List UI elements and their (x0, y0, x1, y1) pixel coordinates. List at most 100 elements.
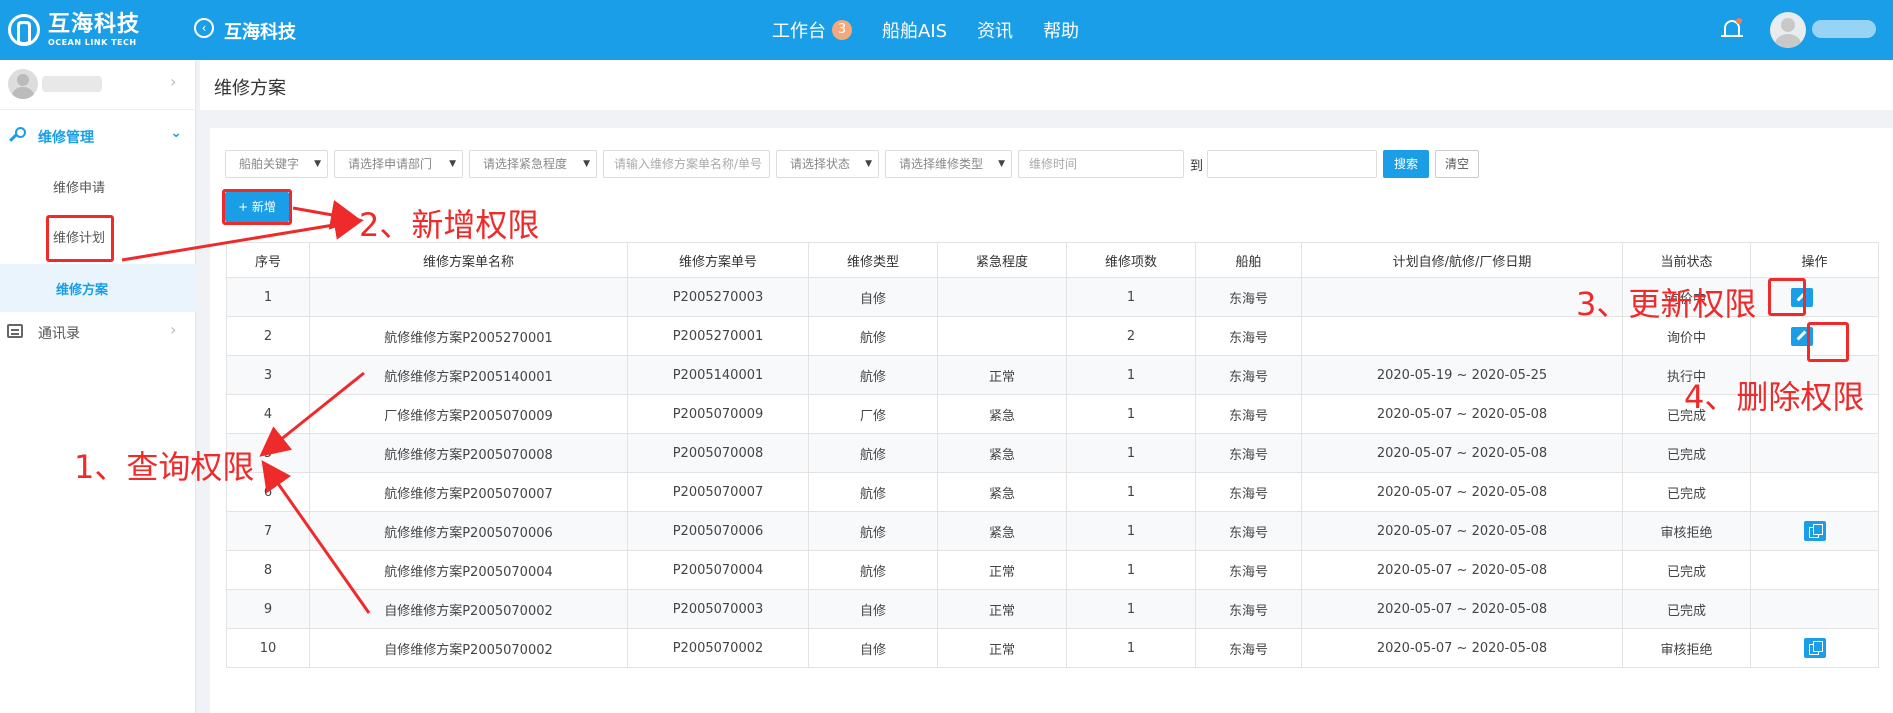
cell-ship: 东海号 (1195, 433, 1302, 473)
contacts-icon (7, 324, 23, 338)
table-header-row: 序号 维修方案单名称 维修方案单号 维修类型 紧急程度 维修项数 船舶 计划自修… (226, 242, 1879, 278)
sidebar-item-label: 通讯录 (38, 326, 80, 342)
table-row[interactable]: 3 航修维修方案P2005140001 P2005140001 航修 正常 1 东海号 202… (226, 355, 1879, 395)
cell-plan-no: P2005070003 (627, 589, 809, 629)
cell-item-count: 1 (1066, 550, 1196, 590)
cell-urgency: 正常 (937, 628, 1067, 668)
filter-bar: 船舶关键字 ▼ 请选择申请部门 ▼ 请选择紧急程度 ▼ 请输入维修方案单名称/单号 请… (225, 150, 1480, 178)
cell-ship: 东海号 (1195, 277, 1302, 317)
cell-plan-name: 航修维修方案P2005070004 (309, 550, 628, 590)
user-avatar[interactable] (1770, 12, 1806, 48)
user-name-blurred[interactable] (1812, 20, 1876, 38)
plan-search-input[interactable]: 请输入维修方案单名称/单号 (603, 150, 770, 178)
search-button[interactable]: 搜索 (1383, 150, 1430, 178)
repair-type-select[interactable]: 请选择维修类型 ▼ (885, 150, 1012, 178)
status-select[interactable]: 请选择状态 ▼ (776, 150, 879, 178)
cell-urgency (937, 277, 1067, 317)
table-row[interactable]: 7 航修维修方案P2005070006 P2005070006 航修 紧急 1 东海号 202… (226, 511, 1879, 551)
nav-ship-ais[interactable]: 船舶AIS (882, 17, 947, 43)
cell-urgency: 正常 (937, 589, 1067, 629)
bell-icon[interactable] (1721, 18, 1743, 42)
cell-item-count: 1 (1066, 589, 1196, 629)
sidebar-item-contacts[interactable]: 通讯录 › (0, 312, 196, 352)
dept-select[interactable]: 请选择申请部门 ▼ (334, 150, 463, 178)
cell-item-count: 1 (1066, 628, 1196, 668)
table-row[interactable]: 6 航修维修方案P2005070007 P2005070007 航修 紧急 1 东海号 202… (226, 472, 1879, 512)
cell-plan-name: 航修维修方案P2005140001 (309, 355, 628, 395)
urgency-select[interactable]: 请选择紧急程度 ▼ (469, 150, 597, 178)
cell-urgency: 紧急 (937, 472, 1067, 512)
nav-news[interactable]: 资讯 (977, 17, 1013, 43)
cell-plan-name: 航修维修方案P2005070008 (309, 433, 628, 473)
table-row[interactable]: 8 航修维修方案P2005070004 P2005070004 航修 正常 1 东海号 202… (226, 550, 1879, 590)
sidebar-item-repair-request[interactable]: 维修申请 (0, 166, 196, 204)
cell-repair-type: 航修 (808, 433, 938, 473)
annotation-box-edit (1768, 278, 1806, 316)
annotation-box-delete (1807, 322, 1849, 362)
col-header: 紧急程度 (937, 242, 1067, 278)
cell-repair-type: 航修 (808, 511, 938, 551)
logo-title: 互海科技 (48, 11, 141, 37)
nav-help[interactable]: 帮助 (1043, 17, 1079, 43)
nav-workbench-label: 工作台 (772, 21, 826, 42)
repair-time-start-input[interactable]: 维修时间 (1018, 150, 1184, 178)
top-header: 互海科技 OCEAN LINK TECH ‹ 互海科技 工作台 3 船舶AIS … (0, 0, 1893, 60)
cell-item-count: 1 (1066, 472, 1196, 512)
cell-plan-date: 2020-05-07 ~ 2020-05-08 (1301, 472, 1623, 512)
cell-actions (1750, 511, 1879, 551)
cell-status: 审核拒绝 (1622, 628, 1751, 668)
table-row[interactable]: 4 厂修维修方案P2005070009 P2005070009 厂修 紧急 1 东海号 202… (226, 394, 1879, 434)
cell-actions (1750, 589, 1879, 629)
app-title: 互海科技 (224, 22, 296, 43)
caret-down-icon: ▼ (998, 159, 1005, 169)
cell-plan-name (309, 277, 628, 317)
back-arrow-icon[interactable]: ‹ (194, 18, 214, 38)
annotation-add: 2、新增权限 (359, 206, 540, 244)
select-label: 请选择维修类型 (899, 157, 984, 171)
cell-idx: 9 (226, 589, 310, 629)
cell-plan-date: 2020-05-07 ~ 2020-05-08 (1301, 511, 1623, 551)
cell-plan-date: 2020-05-19 ~ 2020-05-25 (1301, 355, 1623, 395)
table-row[interactable]: 9 自修维修方案P2005070002 P2005070003 自修 正常 1 东海号 202… (226, 589, 1879, 629)
logo[interactable]: 互海科技 OCEAN LINK TECH (8, 10, 158, 50)
cell-plan-no: P2005270003 (627, 277, 809, 317)
table-row[interactable]: 10 自修维修方案P2005070002 P2005070002 自修 正常 1 东海号 20… (226, 628, 1879, 668)
cell-repair-type: 厂修 (808, 394, 938, 434)
annotation-box-plan (46, 215, 114, 262)
col-header: 维修方案单名称 (309, 242, 628, 278)
sidebar-group-maintenance[interactable]: 维修管理 ⌄ (0, 115, 196, 157)
cell-repair-type: 航修 (808, 355, 938, 395)
cell-item-count: 2 (1066, 316, 1196, 356)
copy-icon[interactable] (1803, 638, 1826, 658)
select-label: 请选择申请部门 (348, 157, 433, 171)
cell-repair-type: 航修 (808, 550, 938, 590)
repair-time-end-input[interactable] (1207, 150, 1378, 178)
clear-button[interactable]: 清空 (1435, 150, 1480, 178)
cell-actions (1750, 628, 1879, 668)
delete-icon[interactable] (1817, 288, 1839, 307)
cell-plan-name: 航修维修方案P2005270001 (309, 316, 628, 356)
cell-status: 已完成 (1622, 589, 1751, 629)
col-header: 当前状态 (1622, 242, 1751, 278)
cell-idx: 10 (226, 628, 310, 668)
cell-plan-date: 2020-05-07 ~ 2020-05-08 (1301, 628, 1623, 668)
cell-plan-name: 航修维修方案P2005070007 (309, 472, 628, 512)
sidebar-user-name-blurred (42, 76, 102, 92)
sidebar-item-repair-scheme[interactable]: 维修方案 (0, 264, 196, 312)
cell-item-count: 1 (1066, 277, 1196, 317)
cell-urgency: 紧急 (937, 394, 1067, 434)
table-row[interactable]: 5 航修维修方案P2005070008 P2005070008 航修 紧急 1 东海号 202… (226, 433, 1879, 473)
cell-actions (1750, 472, 1879, 512)
col-header: 维修类型 (808, 242, 938, 278)
cell-plan-no: P2005070007 (627, 472, 809, 512)
sidebar-group-label: 维修管理 (38, 130, 94, 146)
cell-ship: 东海号 (1195, 550, 1302, 590)
annotation-delete: 4、删除权限 (1684, 378, 1865, 416)
ship-keyword-select[interactable]: 船舶关键字 ▼ (225, 150, 328, 178)
annotation-query: 1、查询权限 (74, 448, 255, 486)
sidebar-user[interactable]: › (0, 60, 196, 110)
to-label: 到 (1190, 158, 1204, 174)
nav-workbench[interactable]: 工作台 3 (772, 17, 852, 43)
top-nav: 工作台 3 船舶AIS 资讯 帮助 (772, 17, 1109, 43)
copy-icon[interactable] (1803, 521, 1826, 541)
